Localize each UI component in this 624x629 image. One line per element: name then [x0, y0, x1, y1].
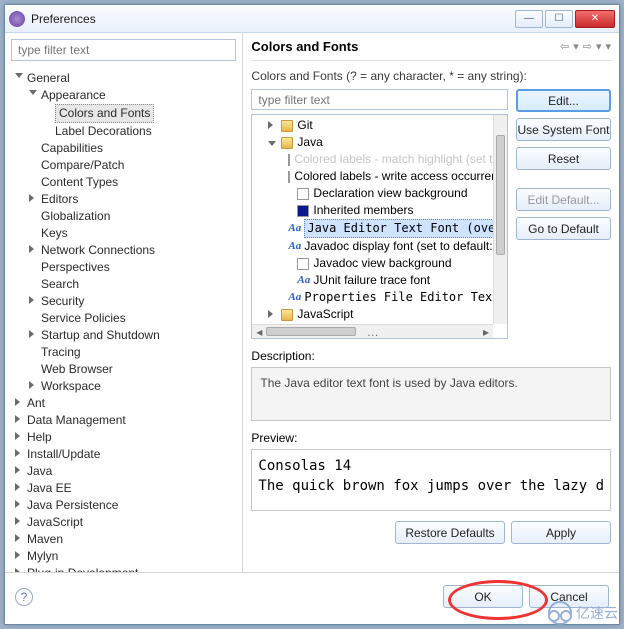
preview-box: Consolas 14 The quick brown fox jumps ov… — [251, 449, 611, 511]
color-swatch-icon — [297, 188, 309, 200]
scroll-center-icon: … — [366, 325, 380, 338]
color-swatch-icon — [297, 205, 309, 217]
tree-compare-patch[interactable]: Compare/Patch — [41, 158, 124, 172]
left-filter-input[interactable] — [12, 40, 235, 60]
scroll-left-icon[interactable]: ◂ — [252, 325, 266, 338]
tree-colors-fonts[interactable]: Colors and Fonts — [55, 104, 154, 123]
left-filter-wrap — [11, 39, 236, 61]
apply-button[interactable]: Apply — [511, 521, 611, 544]
folder-icon — [281, 137, 293, 149]
font-icon: Aa — [288, 292, 300, 304]
color-swatch-icon — [297, 258, 309, 270]
tree-capabilities[interactable]: Capabilities — [41, 141, 103, 155]
scroll-right-icon[interactable]: ▸ — [479, 325, 493, 338]
color-swatch-icon — [288, 171, 290, 183]
minimize-button[interactable]: — — [515, 10, 543, 28]
forward-icon[interactable]: ⇨ — [583, 40, 592, 53]
tree-perspectives[interactable]: Perspectives — [41, 260, 110, 274]
tree-maven[interactable]: Maven — [27, 532, 63, 546]
tree-content-types[interactable]: Content Types — [41, 175, 118, 189]
tree-java-persistence[interactable]: Java Persistence — [27, 498, 118, 512]
folder-icon — [281, 120, 293, 132]
use-system-font-button[interactable]: Use System Font — [516, 118, 611, 141]
category-tree[interactable]: General Appearance Colors and Fonts Labe… — [5, 67, 242, 572]
nav-history[interactable]: ⇦▾ ⇨▾ ▾ — [560, 40, 611, 53]
tree-globalization[interactable]: Globalization — [41, 209, 110, 223]
watermark: 亿速云 — [548, 601, 618, 625]
dialog-footer: ? OK Cancel — [5, 572, 619, 620]
edit-default-button: Edit Default... — [516, 188, 611, 211]
reset-button[interactable]: Reset — [516, 147, 611, 170]
preview-label: Preview: — [251, 431, 611, 445]
tree-appearance[interactable]: Appearance — [41, 88, 106, 102]
go-to-default-button[interactable]: Go to Default — [516, 217, 611, 240]
maximize-button[interactable]: ☐ — [545, 10, 573, 28]
tree-web-browser[interactable]: Web Browser — [41, 362, 113, 376]
folder-icon — [281, 309, 293, 321]
color-swatch-icon — [288, 154, 290, 166]
app-icon — [9, 11, 25, 27]
tree-network[interactable]: Network Connections — [41, 243, 155, 257]
tree-java-ee[interactable]: Java EE — [27, 481, 72, 495]
tree-mylyn[interactable]: Mylyn — [27, 549, 58, 563]
tree-plugin-dev[interactable]: Plug-in Development — [27, 566, 138, 572]
horizontal-scrollbar[interactable]: ◂ … ▸ — [252, 324, 493, 338]
font-icon: Aa — [288, 223, 300, 235]
tree-workspace[interactable]: Workspace — [41, 379, 101, 393]
titlebar[interactable]: Preferences — ☐ ✕ — [5, 5, 619, 33]
tree-label-decorations[interactable]: Label Decorations — [55, 124, 152, 138]
tree-search[interactable]: Search — [41, 277, 79, 291]
preferences-window: Preferences — ☐ ✕ General Appearance Col… — [4, 4, 620, 625]
detail-panel: Colors and Fonts ⇦▾ ⇨▾ ▾ Colors and Font… — [243, 33, 619, 572]
tree-install-update[interactable]: Install/Update — [27, 447, 100, 461]
tree-data-management[interactable]: Data Management — [27, 413, 126, 427]
watermark-text: 亿速云 — [576, 603, 618, 623]
description-label: Description: — [251, 349, 611, 363]
help-icon[interactable]: ? — [15, 588, 33, 606]
tree-startup[interactable]: Startup and Shutdown — [41, 328, 160, 342]
tree-general[interactable]: General — [27, 71, 70, 85]
tree-editors[interactable]: Editors — [41, 192, 78, 206]
category-panel: General Appearance Colors and Fonts Labe… — [5, 33, 243, 572]
font-icon: Aa — [297, 275, 309, 287]
tree-tracing[interactable]: Tracing — [41, 345, 81, 359]
tree-security[interactable]: Security — [41, 294, 84, 308]
font-tree[interactable]: Git Java Colored labels - match highligh… — [251, 114, 508, 339]
edit-button[interactable]: Edit... — [516, 89, 611, 112]
window-title: Preferences — [31, 12, 515, 26]
tree-help[interactable]: Help — [27, 430, 52, 444]
restore-defaults-button[interactable]: Restore Defaults — [395, 521, 505, 544]
right-filter-input[interactable] — [252, 90, 507, 109]
page-heading: Colors and Fonts — [251, 39, 560, 54]
watermark-logo-icon — [548, 601, 572, 625]
back-icon[interactable]: ⇦ — [560, 40, 569, 53]
vertical-scrollbar[interactable] — [493, 115, 507, 324]
tree-java[interactable]: Java — [27, 464, 52, 478]
close-button[interactable]: ✕ — [575, 10, 615, 28]
tree-service-policies[interactable]: Service Policies — [41, 311, 126, 325]
filter-hint: Colors and Fonts (? = any character, * =… — [251, 69, 611, 83]
tree-ant[interactable]: Ant — [27, 396, 45, 410]
tree-keys[interactable]: Keys — [41, 226, 68, 240]
ok-button[interactable]: OK — [443, 585, 523, 608]
font-icon: Aa — [288, 241, 300, 253]
description-box: The Java editor text font is used by Jav… — [251, 367, 611, 421]
tree-javascript[interactable]: JavaScript — [27, 515, 83, 529]
